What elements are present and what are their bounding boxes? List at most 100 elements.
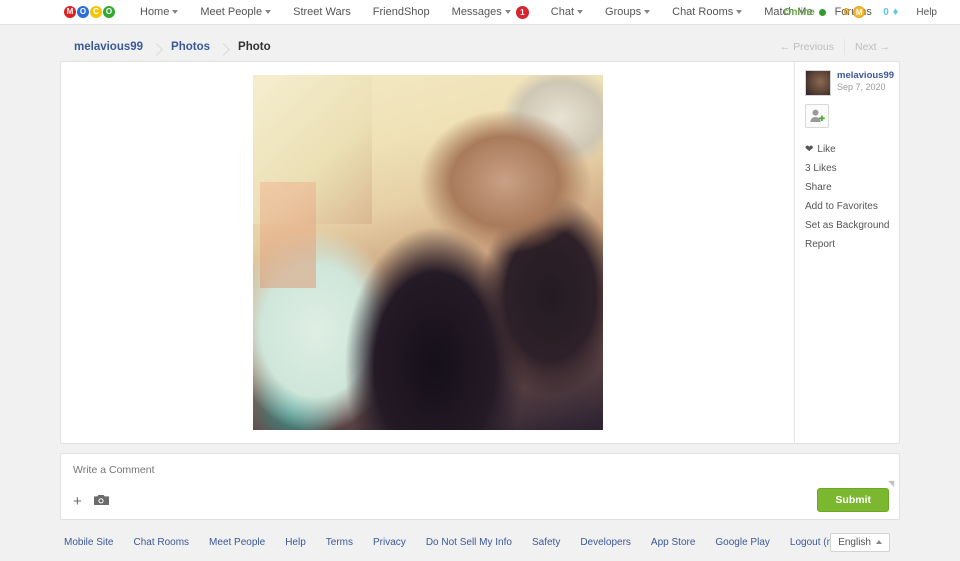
submit-comment-button[interactable]: Submit <box>817 488 889 512</box>
footer-link-terms[interactable]: Terms <box>316 537 363 548</box>
add-to-favorites-button[interactable]: Add to Favorites <box>805 197 891 216</box>
nav-label-meet-people: Meet People <box>200 6 263 18</box>
chevron-down-icon <box>265 10 272 14</box>
nav-label-groups: Groups <box>605 6 642 18</box>
chevron-down-icon <box>736 10 743 14</box>
photo-actions: ❤ Like 3 Likes Share Add to Favorites Se… <box>805 140 891 254</box>
like-label: Like <box>817 144 836 155</box>
language-selector-button[interactable]: English <box>830 532 890 552</box>
page-container: melavious99 Photos Photo ← Previous Next… <box>60 25 900 520</box>
comment-tools: + <box>73 494 109 509</box>
nav-label-chat-rooms: Chat Rooms <box>672 6 734 18</box>
language-selector-label: English <box>838 536 871 548</box>
breadcrumb: melavious99 Photos Photo ← Previous Next… <box>60 32 900 61</box>
poster-info: melavious99 Sep 7, 2020 <box>805 70 894 96</box>
textarea-resize-handle[interactable]: ◥ <box>888 480 896 488</box>
footer-link-google-play[interactable]: Google Play <box>705 537 779 548</box>
photo-sidebar: melavious99 Sep 7, 2020 ❤ Like 3 Likes S… <box>795 62 899 443</box>
nav-label-messages: Messages <box>451 6 502 18</box>
nav-item-meet-people[interactable]: Meet People <box>189 0 282 25</box>
poster-username[interactable]: melavious99 <box>837 70 894 82</box>
footer-link-meet-people[interactable]: Meet People <box>199 537 275 548</box>
chevron-down-icon <box>577 10 584 14</box>
breadcrumb-item-photos[interactable]: Photos <box>157 41 224 53</box>
photo-pager: ← Previous Next → <box>770 38 900 55</box>
chevron-up-icon <box>876 540 882 544</box>
footer-link-privacy[interactable]: Privacy <box>363 537 416 548</box>
footer-links: Mobile Site Chat Rooms Meet People Help … <box>60 537 894 548</box>
next-photo-button[interactable]: Next → <box>843 38 900 55</box>
set-as-background-button[interactable]: Set as Background <box>805 216 891 235</box>
avatar[interactable] <box>805 70 831 96</box>
comment-composer: ◥ + Submit <box>60 453 900 520</box>
moco-logo[interactable]: M O C O <box>64 6 115 18</box>
online-status[interactable]: Online <box>775 7 835 18</box>
gem-count: 0 <box>883 6 889 18</box>
logo-letter-c: C <box>90 6 102 18</box>
nav-status-group: Online 0 M 0 ♦ Help <box>775 6 946 18</box>
likes-count: 3 Likes <box>805 159 891 178</box>
poster-date: Sep 7, 2020 <box>837 81 886 92</box>
online-status-label: Online <box>783 6 815 18</box>
like-button[interactable]: ❤ Like <box>805 140 891 159</box>
nav-item-groups[interactable]: Groups <box>594 0 661 25</box>
help-link[interactable]: Help <box>907 7 946 18</box>
footer: Mobile Site Chat Rooms Meet People Help … <box>60 531 900 553</box>
main-nav-items: Home Meet People Street Wars FriendShop … <box>129 0 883 25</box>
camera-icon[interactable] <box>93 494 109 509</box>
footer-link-mobile-site[interactable]: Mobile Site <box>60 537 123 548</box>
likes-count-label: 3 Likes <box>805 163 837 174</box>
share-button[interactable]: Share <box>805 178 891 197</box>
poster-meta: melavious99 Sep 7, 2020 <box>837 70 894 94</box>
nav-item-friendshop[interactable]: FriendShop <box>362 0 441 25</box>
nav-label-home: Home <box>140 6 170 18</box>
nav-item-chat-rooms[interactable]: Chat Rooms <box>661 0 753 25</box>
photo-card: melavious99 Sep 7, 2020 ❤ Like 3 Likes S… <box>60 61 900 444</box>
logo-letter-o1: O <box>77 6 89 18</box>
logo-letter-m: M <box>64 6 76 18</box>
breadcrumb-items: melavious99 Photos Photo <box>60 41 285 53</box>
footer-link-help[interactable]: Help <box>275 537 316 548</box>
chevron-down-icon <box>172 10 179 14</box>
logo-letter-o2: O <box>103 6 115 18</box>
help-label: Help <box>916 6 937 18</box>
footer-link-chat-rooms[interactable]: Chat Rooms <box>123 537 199 548</box>
coin-icon: M <box>853 6 866 18</box>
report-button[interactable]: Report <box>805 235 891 254</box>
gem-balance[interactable]: 0 ♦ <box>874 5 907 18</box>
attach-plus-icon[interactable]: + <box>73 494 82 509</box>
messages-unread-badge: 1 <box>515 5 529 19</box>
add-to-favorites-label: Add to Favorites <box>805 201 878 212</box>
nav-item-street-wars[interactable]: Street Wars <box>282 0 362 25</box>
comment-input[interactable] <box>61 454 899 490</box>
report-label: Report <box>805 239 836 250</box>
footer-link-app-store[interactable]: App Store <box>641 537 705 548</box>
nav-item-home[interactable]: Home <box>129 0 189 25</box>
nav-item-messages[interactable]: Messages 1 <box>441 0 540 25</box>
nav-label-street-wars: Street Wars <box>293 6 351 18</box>
chevron-down-icon <box>504 10 511 14</box>
coin-balance[interactable]: 0 M <box>835 6 875 18</box>
photo-image[interactable] <box>252 75 603 430</box>
set-as-background-label: Set as Background <box>805 220 890 231</box>
camera-icon-svg <box>93 495 109 505</box>
footer-link-do-not-sell-my-info[interactable]: Do Not Sell My Info <box>416 537 522 548</box>
nav-label-chat: Chat <box>550 6 575 18</box>
add-friend-icon <box>810 109 825 122</box>
diamond-icon: ♦ <box>892 5 899 18</box>
nav-item-chat[interactable]: Chat <box>540 0 594 25</box>
previous-photo-button[interactable]: ← Previous <box>770 39 844 55</box>
top-navigation-bar: M O C O Home Meet People Street Wars Fri… <box>0 0 960 25</box>
nav-label-friendshop: FriendShop <box>372 6 430 18</box>
footer-link-developers[interactable]: Developers <box>570 537 641 548</box>
share-label: Share <box>805 182 832 193</box>
chevron-down-icon <box>644 10 651 14</box>
footer-link-safety[interactable]: Safety <box>522 537 570 548</box>
coin-count: 0 <box>843 6 850 18</box>
online-status-dot-icon <box>818 8 826 16</box>
heart-icon: ❤ <box>805 143 814 155</box>
breadcrumb-item-photo: Photo <box>238 40 271 53</box>
breadcrumb-item-user[interactable]: melavious99 <box>60 41 157 53</box>
add-friend-button[interactable] <box>805 104 829 128</box>
photo-viewer <box>61 62 795 443</box>
